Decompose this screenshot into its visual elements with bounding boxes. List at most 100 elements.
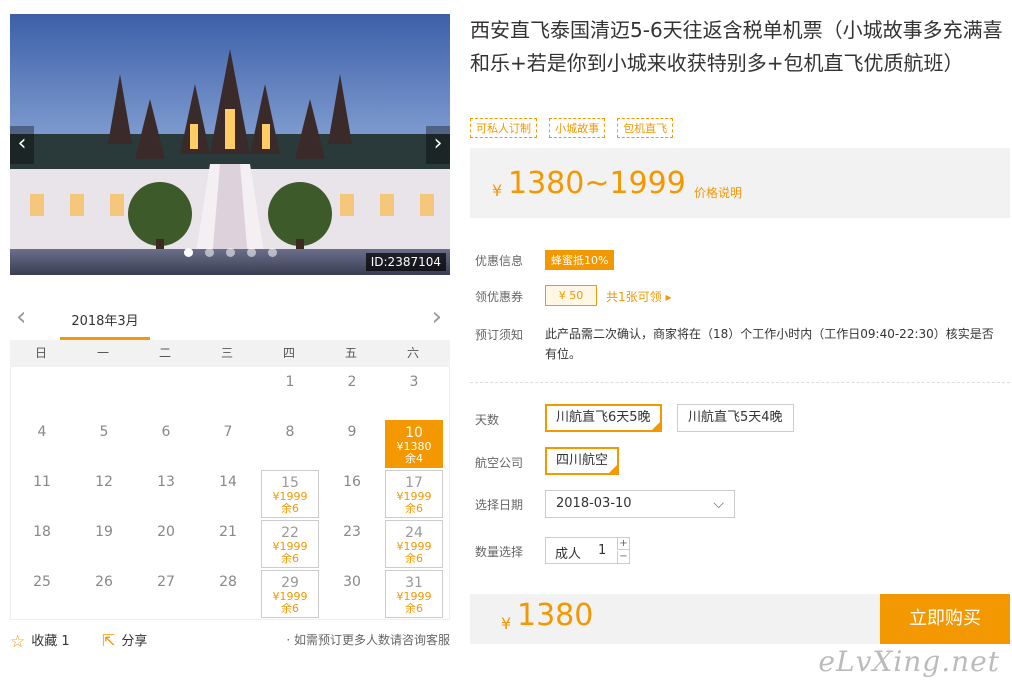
day-number: 7 — [223, 424, 233, 440]
carousel-dot[interactable] — [225, 248, 235, 257]
calendar-grid: 1 2 3 4 5 6 7 8 9 10 ¥1380 余4 11 12 13 14 15 ¥1999 余6 16 17 ¥… — [10, 367, 450, 620]
days-option-6d5n[interactable]: 川航直飞6天5晚 — [545, 404, 662, 432]
carousel-dot[interactable] — [267, 248, 277, 257]
calendar-month-tab[interactable]: 2018年3月 — [60, 310, 150, 340]
calendar-day-available[interactable]: 31 ¥1999 余6 — [385, 570, 443, 618]
calendar-day: 25 — [13, 570, 71, 618]
day-number: 9 — [347, 424, 357, 440]
calendar-day: 7 — [199, 420, 257, 468]
day-stock: 余6 — [405, 602, 423, 615]
day-number: 29 — [281, 575, 299, 591]
section-divider — [470, 382, 1010, 383]
day-number: 28 — [219, 574, 237, 590]
calendar-day-available[interactable]: 15 ¥1999 余6 — [261, 470, 319, 518]
calendar-day: 8 — [261, 420, 319, 468]
day-number: 13 — [157, 474, 175, 490]
day-number: 11 — [33, 474, 51, 490]
calendar-day: 3 — [385, 370, 443, 418]
coupon-ticket[interactable]: ¥ 50 — [545, 285, 597, 306]
quantity-plus-button[interactable]: + — [617, 538, 629, 550]
favorite-button[interactable]: ☆ 收藏 1 — [10, 630, 70, 652]
day-number: 15 — [281, 475, 299, 491]
calendar-day: 12 — [75, 470, 133, 518]
calendar-day: 1 — [261, 370, 319, 418]
product-tag: 小城故事 — [549, 118, 606, 138]
days-option-5d4n[interactable]: 川航直飞5天4晚 — [677, 404, 794, 432]
calendar-nav: ‹ 2018年3月 › — [10, 300, 450, 340]
calendar-day: 5 — [75, 420, 133, 468]
day-number: 18 — [33, 524, 51, 540]
weekday-label: 一 — [96, 346, 109, 360]
day-stock: 余4 — [405, 452, 423, 465]
coupon-label: 领优惠券 — [475, 290, 524, 304]
price-box: ¥ 1380~1999 价格说明 — [470, 148, 1010, 218]
calendar-day-available[interactable]: 17 ¥1999 余6 — [385, 470, 443, 518]
photo-prev-arrow[interactable]: ‹ — [10, 126, 34, 164]
calendar-day: 20 — [137, 520, 195, 568]
calendar-day: 14 — [199, 470, 257, 518]
calendar-day-available[interactable]: 10 ¥1380 余4 — [385, 420, 443, 468]
booking-notice-label: 预订须知 — [475, 328, 524, 342]
day-number: 21 — [219, 524, 237, 540]
day-stock: 余6 — [405, 552, 423, 565]
day-number: 19 — [95, 524, 113, 540]
day-number: 31 — [405, 575, 423, 591]
coupon-claim-link[interactable]: 共1张可领 ▸ — [606, 288, 671, 305]
quantity-label: 数量选择 — [475, 545, 524, 559]
day-stock: 余6 — [281, 602, 299, 615]
calendar-day: 13 — [137, 470, 195, 518]
buy-now-button[interactable]: 立即购买 — [880, 594, 1010, 644]
favorite-label: 收藏 1 — [31, 634, 70, 649]
calendar-blank-cell — [197, 369, 259, 419]
product-tag: 可私人订制 — [470, 118, 537, 138]
day-number: 24 — [405, 525, 423, 541]
day-stock: 余6 — [281, 552, 299, 565]
carousel-dot[interactable] — [246, 248, 256, 257]
day-number: 12 — [95, 474, 113, 490]
booking-notice-text: 此产品需二次确认，商家将在（18）个工作小时内（工作日09:40-22:30）核… — [545, 327, 994, 361]
quantity-minus-button[interactable]: − — [617, 551, 629, 563]
calendar-day-available[interactable]: 24 ¥1999 余6 — [385, 520, 443, 568]
price-explanation-link[interactable]: 价格说明 — [694, 184, 742, 201]
date-select[interactable]: 2018-03-10 ⌵ — [545, 490, 735, 518]
date-select-value: 2018-03-10 — [556, 496, 632, 511]
chevron-down-icon: ⌵ — [713, 496, 724, 512]
temple-photo — [10, 14, 450, 275]
calendar-footer: ☆ 收藏 1 ⇱ 分享 · 如需预订更多人数请咨询客服 — [10, 628, 450, 652]
day-number: 23 — [343, 524, 361, 540]
day-number: 25 — [33, 574, 51, 590]
product-title: 西安直飞泰国清迈5-6天往返含税单机票（小城故事多充满喜和乐+若是你到小城来收获… — [470, 18, 1003, 75]
weekday-label: 三 — [220, 346, 233, 360]
quantity-value[interactable]: 1 — [598, 543, 606, 558]
calendar-prev-month-icon[interactable]: ‹ — [16, 304, 26, 330]
day-number: 17 — [405, 475, 423, 491]
quantity-stepper[interactable]: 成人 1 + − — [545, 537, 630, 564]
day-number: 16 — [343, 474, 361, 490]
photo-next-arrow[interactable]: › — [426, 126, 450, 164]
weekday-label: 五 — [344, 346, 357, 360]
share-button[interactable]: ⇱ 分享 — [102, 630, 147, 650]
day-number: 14 — [219, 474, 237, 490]
calendar-day-available[interactable]: 29 ¥1999 余6 — [261, 570, 319, 618]
weekday-label: 四 — [282, 346, 295, 360]
product-tag: 包机直飞 — [617, 118, 674, 138]
site-watermark: eLvXing.net — [818, 645, 1000, 678]
day-number: 10 — [405, 425, 423, 441]
day-number: 3 — [409, 374, 419, 390]
calendar-day: 19 — [75, 520, 133, 568]
product-id-badge: ID:2387104 — [365, 253, 446, 271]
total-currency: ¥ — [501, 614, 512, 633]
calendar-blank-cell — [73, 369, 135, 419]
day-number: 2 — [347, 374, 357, 390]
purchase-bar: ¥ 1380 立即购买 — [470, 594, 1010, 644]
day-number: 1 — [285, 374, 295, 390]
calendar-day: 16 — [323, 470, 381, 518]
calendar-next-month-icon[interactable]: › — [432, 304, 442, 330]
calendar-day: 11 — [13, 470, 71, 518]
star-icon: ☆ — [10, 632, 26, 652]
day-number: 26 — [95, 574, 113, 590]
airline-option-sichuan[interactable]: 四川航空 — [545, 447, 620, 475]
calendar-day-available[interactable]: 22 ¥1999 余6 — [261, 520, 319, 568]
carousel-dot[interactable] — [183, 248, 193, 257]
carousel-dot[interactable] — [204, 248, 214, 257]
